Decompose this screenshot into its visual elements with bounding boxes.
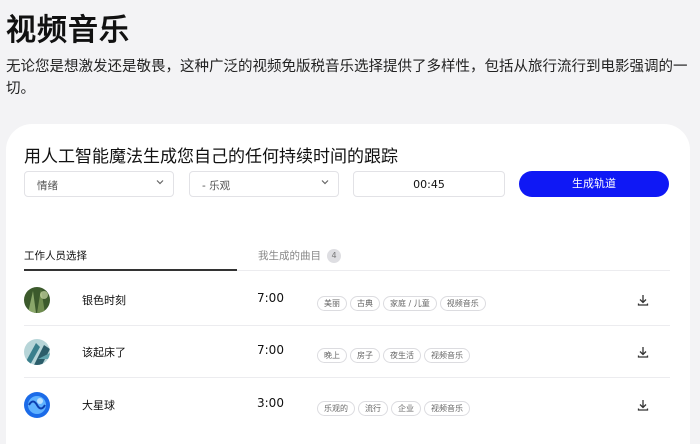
tag-chip[interactable]: 视频音乐 xyxy=(424,348,470,363)
download-icon[interactable] xyxy=(636,293,650,307)
tag-chip[interactable]: 古典 xyxy=(350,296,380,311)
tag-chip[interactable]: 视频音乐 xyxy=(424,401,470,416)
download-icon[interactable] xyxy=(636,398,650,412)
track-duration: 3:00 xyxy=(257,396,284,410)
tag-chip[interactable]: 视频音乐 xyxy=(439,296,486,311)
track-tags: 乐观的 流行 企业 视频音乐 xyxy=(317,396,473,416)
track-duration: 7:00 xyxy=(257,291,284,305)
generator-card: 用人工智能魔法生成您自己的任何持续时间的跟踪 情绪 - 乐观 00:45 生成轨… xyxy=(6,124,690,444)
genre-select[interactable]: - 乐观 xyxy=(189,171,339,197)
generate-track-button[interactable]: 生成轨道 xyxy=(519,171,669,197)
track-row[interactable]: 该起床了 7:00 晚上 房子 夜生活 视频音乐 xyxy=(24,326,670,378)
mood-select[interactable]: 情绪 xyxy=(24,171,174,197)
tag-chip[interactable]: 晚上 xyxy=(317,348,347,363)
track-tags: 美丽 古典 家庭 / 儿童 视频音乐 xyxy=(317,291,489,311)
tab-staff-picks[interactable]: 工作人员选择 xyxy=(24,248,87,263)
download-icon[interactable] xyxy=(636,345,650,359)
track-name[interactable]: 该起床了 xyxy=(82,344,126,360)
tab-my-tracks[interactable]: 我生成的曲目 4 xyxy=(258,248,341,263)
track-duration: 7:00 xyxy=(257,343,284,357)
tag-chip[interactable]: 夜生活 xyxy=(383,348,421,363)
tag-chip[interactable]: 流行 xyxy=(358,401,388,416)
track-name[interactable]: 大星球 xyxy=(82,397,115,413)
row-divider xyxy=(24,377,670,378)
track-thumbnail xyxy=(24,392,50,418)
genre-select-value: - 乐观 xyxy=(202,180,231,192)
track-row[interactable]: 银色时刻 7:00 美丽 古典 家庭 / 儿童 视频音乐 xyxy=(24,274,670,326)
track-thumbnail xyxy=(24,339,50,365)
chevron-down-icon xyxy=(156,180,164,185)
tab-staff-picks-label: 工作人员选择 xyxy=(24,250,87,262)
tag-chip[interactable]: 美丽 xyxy=(317,296,347,311)
active-tab-indicator xyxy=(24,269,237,271)
page-description: 无论您是想激发还是敬畏，这种广泛的视频免版税音乐选择提供了多样性，包括从旅行流行… xyxy=(6,59,688,97)
track-thumbnail xyxy=(24,287,50,313)
tag-chip[interactable]: 乐观的 xyxy=(317,401,355,416)
tab-count-badge: 4 xyxy=(327,249,341,263)
chevron-down-icon xyxy=(321,180,329,185)
mood-select-value: 情绪 xyxy=(37,180,58,192)
track-tags: 晚上 房子 夜生活 视频音乐 xyxy=(317,343,473,363)
track-row[interactable]: 大星球 3:00 乐观的 流行 企业 视频音乐 xyxy=(24,379,670,431)
duration-value: 00:45 xyxy=(413,178,445,191)
tag-chip[interactable]: 房子 xyxy=(350,348,380,363)
page-title: 视频音乐 xyxy=(6,13,130,48)
tag-chip[interactable]: 家庭 / 儿童 xyxy=(383,296,437,311)
generator-title: 用人工智能魔法生成您自己的任何持续时间的跟踪 xyxy=(24,147,398,167)
tab-my-tracks-label: 我生成的曲目 xyxy=(258,250,321,262)
track-name[interactable]: 银色时刻 xyxy=(82,292,126,308)
duration-input[interactable]: 00:45 xyxy=(353,171,505,197)
tag-chip[interactable]: 企业 xyxy=(391,401,421,416)
